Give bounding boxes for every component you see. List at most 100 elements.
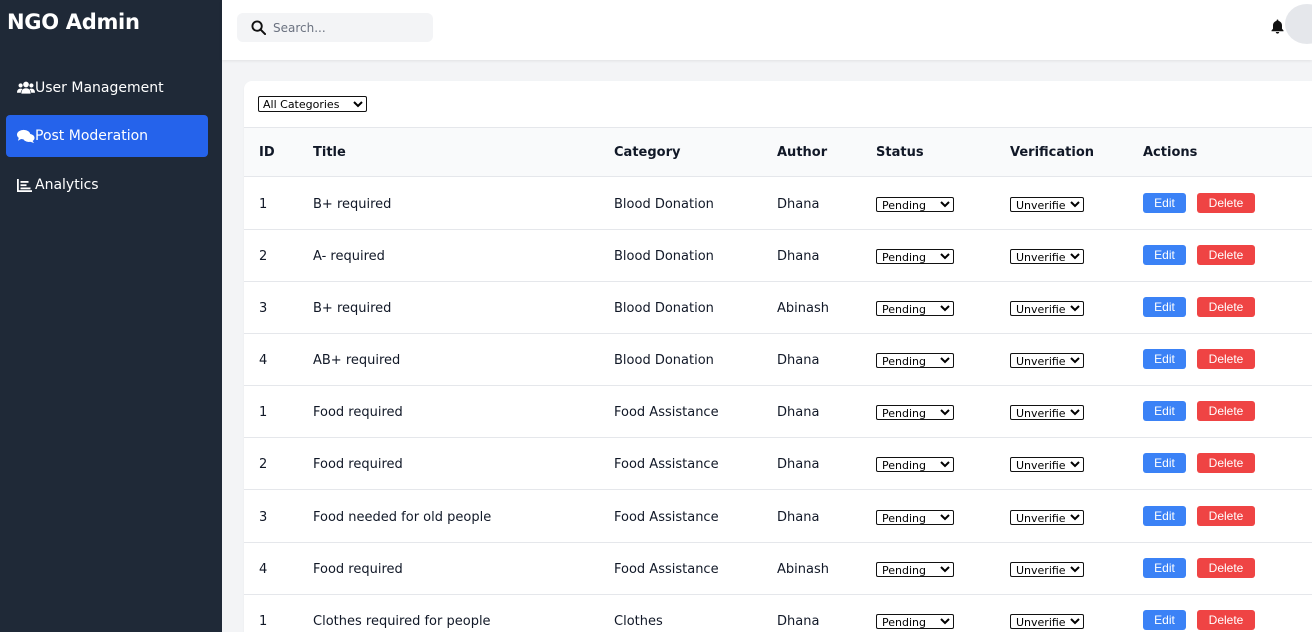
post-category: Food Assistance	[614, 562, 719, 577]
post-category: Food Assistance	[614, 457, 719, 472]
status-select[interactable]: Pending	[876, 405, 954, 420]
post-id: 3	[259, 301, 268, 316]
post-author: Abinash	[777, 301, 829, 316]
sidebar-item-analytics[interactable]: Analytics	[6, 164, 208, 206]
table-row: 2 Food required Food Assistance Dhana Pendin…	[244, 438, 1312, 490]
table-row: 4 AB+ required Blood Donation Dhana Pending U…	[244, 334, 1312, 386]
sidebar-item-post-moderation[interactable]: Post Moderation	[6, 115, 208, 157]
verification-select[interactable]: Unverified	[1010, 249, 1084, 264]
column-header-id: ID	[259, 145, 275, 160]
post-author: Abinash	[777, 562, 829, 577]
post-title: Food required	[313, 562, 403, 577]
bell-icon[interactable]	[1271, 19, 1284, 38]
edit-button[interactable]: Edit	[1143, 193, 1186, 213]
post-title: A- required	[313, 249, 385, 264]
edit-button[interactable]: Edit	[1143, 401, 1186, 421]
post-author: Dhana	[777, 405, 820, 420]
delete-button[interactable]: Delete	[1197, 245, 1255, 265]
verification-select[interactable]: Unverified	[1010, 405, 1084, 420]
edit-button[interactable]: Edit	[1143, 506, 1186, 526]
post-title: Food required	[313, 405, 403, 420]
delete-button[interactable]: Delete	[1197, 506, 1255, 526]
column-header-author: Author	[777, 145, 828, 160]
post-author: Dhana	[777, 353, 820, 368]
post-author: Dhana	[777, 457, 820, 472]
edit-button[interactable]: Edit	[1143, 349, 1186, 369]
column-header-actions: Actions	[1143, 145, 1198, 160]
post-id: 1	[259, 197, 268, 212]
status-select[interactable]: Pending	[876, 249, 954, 264]
verification-select[interactable]: Unverified	[1010, 562, 1084, 577]
post-author: Dhana	[777, 510, 820, 525]
status-select[interactable]: Pending	[876, 353, 954, 368]
edit-button[interactable]: Edit	[1143, 610, 1186, 630]
post-category: Food Assistance	[614, 405, 719, 420]
search-box	[237, 13, 433, 42]
verification-select[interactable]: Unverified	[1010, 457, 1084, 472]
post-category: Blood Donation	[614, 301, 714, 316]
table-row: 3 Food needed for old people Food Assistan…	[244, 491, 1312, 543]
post-author: Dhana	[777, 197, 820, 212]
column-header-status: Status	[876, 145, 924, 160]
verification-select[interactable]: Unverified	[1010, 197, 1084, 212]
delete-button[interactable]: Delete	[1197, 349, 1255, 369]
table-header: ID Title Category Author Status Verifica…	[244, 127, 1312, 177]
search-icon	[251, 20, 266, 35]
delete-button[interactable]: Delete	[1197, 610, 1255, 630]
verification-select[interactable]: Unverified	[1010, 510, 1084, 525]
verification-select[interactable]: Unverified	[1010, 614, 1084, 629]
column-header-verification: Verification	[1010, 145, 1095, 160]
edit-button[interactable]: Edit	[1143, 245, 1186, 265]
posts-card: All Categories ID Title Category Author …	[244, 81, 1312, 632]
post-title: Food required	[313, 457, 403, 472]
delete-button[interactable]: Delete	[1197, 401, 1255, 421]
sidebar-item-label: Analytics	[35, 177, 99, 193]
delete-button[interactable]: Delete	[1197, 193, 1255, 213]
category-filter-select[interactable]: All Categories	[258, 96, 367, 112]
status-select[interactable]: Pending	[876, 197, 954, 212]
edit-button[interactable]: Edit	[1143, 297, 1186, 317]
post-category: Clothes	[614, 614, 663, 629]
post-id: 2	[259, 457, 268, 472]
post-category: Blood Donation	[614, 353, 714, 368]
comments-icon	[17, 128, 35, 144]
column-header-category: Category	[614, 145, 681, 160]
table-row: 1 Clothes required for people Clothes Dhana…	[244, 595, 1312, 632]
post-id: 1	[259, 614, 268, 629]
table-row: 1 Food required Food Assistance Dhana Pendin…	[244, 386, 1312, 438]
sidebar-item-label: User Management	[35, 80, 164, 96]
search-input[interactable]	[273, 20, 423, 35]
verification-select[interactable]: Unverified	[1010, 353, 1084, 368]
post-category: Food Assistance	[614, 510, 719, 525]
status-select[interactable]: Pending	[876, 562, 954, 577]
verification-select[interactable]: Unverified	[1010, 301, 1084, 316]
post-id: 3	[259, 510, 268, 525]
post-title: AB+ required	[313, 353, 401, 368]
users-icon	[17, 80, 35, 96]
chart-icon	[17, 177, 35, 193]
status-select[interactable]: Pending	[876, 510, 954, 525]
table-row: 4 Food required Food Assistance Abinash Pend…	[244, 543, 1312, 595]
delete-button[interactable]: Delete	[1197, 297, 1255, 317]
table-row: 1 B+ required Blood Donation Dhana Pending Un…	[244, 178, 1312, 230]
edit-button[interactable]: Edit	[1143, 453, 1186, 473]
table-row: 3 B+ required Blood Donation Abinash Pending…	[244, 282, 1312, 334]
post-title: B+ required	[313, 301, 392, 316]
post-id: 1	[259, 405, 268, 420]
app-title: NGO Admin	[7, 10, 140, 34]
post-category: Blood Donation	[614, 197, 714, 212]
sidebar: NGO Admin User Management Post Moderatio…	[0, 0, 222, 632]
column-header-title: Title	[313, 145, 346, 160]
post-id: 4	[259, 353, 268, 368]
edit-button[interactable]: Edit	[1143, 558, 1186, 578]
avatar[interactable]	[1285, 4, 1312, 44]
status-select[interactable]: Pending	[876, 301, 954, 316]
delete-button[interactable]: Delete	[1197, 453, 1255, 473]
delete-button[interactable]: Delete	[1197, 558, 1255, 578]
post-title: Food needed for old people	[313, 510, 492, 525]
sidebar-item-user-management[interactable]: User Management	[6, 67, 208, 109]
post-id: 2	[259, 249, 268, 264]
status-select[interactable]: Pending	[876, 614, 954, 629]
table-row: 2 A- required Blood Donation Dhana Pending Un…	[244, 230, 1312, 282]
status-select[interactable]: Pending	[876, 457, 954, 472]
